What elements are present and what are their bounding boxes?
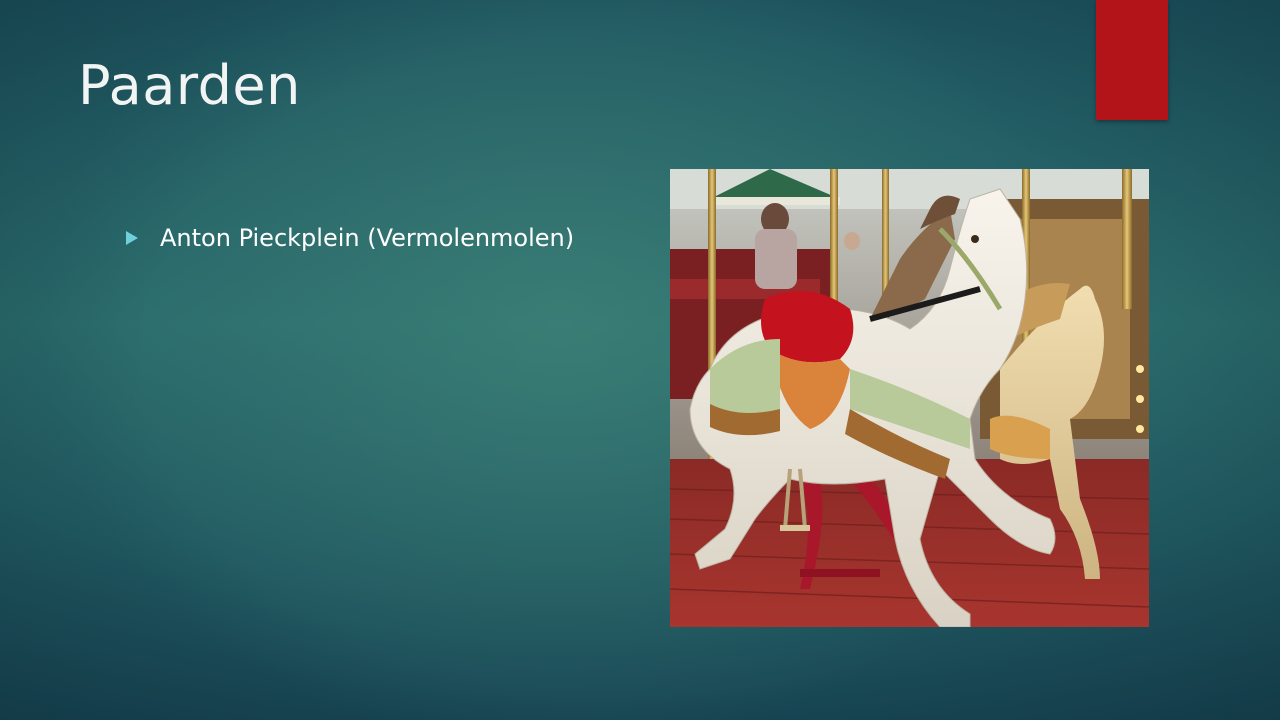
- triangle-bullet-icon: [126, 231, 138, 245]
- slide-title: Paarden: [78, 54, 301, 117]
- carousel-horse-photo: [670, 169, 1149, 627]
- bullet-text: Anton Pieckplein (Vermolenmolen): [160, 224, 575, 252]
- slide: Paarden Anton Pieckplein (Vermolenmolen): [0, 0, 1280, 720]
- accent-bar: [1096, 0, 1168, 120]
- bullet-list: Anton Pieckplein (Vermolenmolen): [126, 222, 574, 254]
- bullet-item: Anton Pieckplein (Vermolenmolen): [126, 222, 574, 254]
